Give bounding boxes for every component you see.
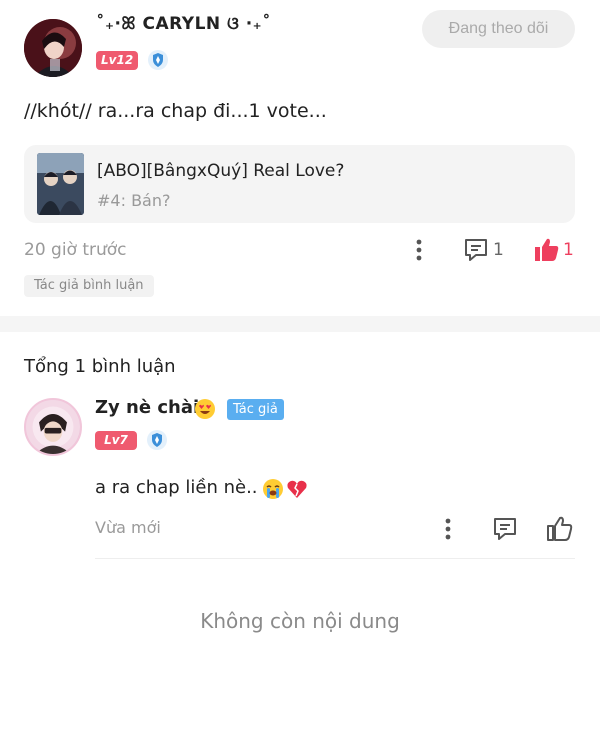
verified-shield-icon [148,50,168,70]
post-author-name[interactable]: ˚₊·ꕤ CARYLN ଓ ·₊˚ [96,14,271,34]
comment-like-icon[interactable] [546,515,573,542]
book-cover-image [37,153,84,215]
book-title: [ABO][BângxQuý] Real Love? [97,161,345,181]
post-comment-count: 1 [493,240,504,260]
heart-eyes-emoji-icon [194,398,216,420]
post-like-count: 1 [563,240,574,260]
book-chapter: #4: Bán? [97,191,171,210]
level-badge: Lv12 [96,51,138,70]
commenter-level-badge: Lv7 [95,431,137,450]
comment-more-options-icon[interactable] [438,516,458,542]
more-options-icon[interactable] [409,237,429,263]
comments-total: Tổng 1 bình luận [24,356,176,377]
section-divider [0,316,600,332]
commenter-shield-icon [147,430,167,450]
book-card[interactable]: [ABO][BângxQuý] Real Love? #4: Bán? [24,145,575,223]
post-author-avatar[interactable] [24,19,82,77]
follow-button[interactable]: Đang theo dõi [422,10,575,48]
post-text: //khót// ra...ra chap đi...1 vote... [24,100,327,122]
commenter-avatar[interactable] [24,398,82,456]
comment-text: a ra chap liền nè.. [95,477,258,498]
crying-emoji-icon [262,478,284,500]
end-of-content-text: Không còn nội dung [200,609,400,633]
reply-icon[interactable] [492,516,518,542]
like-icon[interactable] [533,236,560,263]
post-timestamp: 20 giờ trước [24,240,127,260]
broken-heart-icon [286,478,308,500]
comment-timestamp: Vừa mới [95,518,161,537]
comment-icon[interactable] [463,237,489,263]
author-tag-badge: Tác giả [227,399,284,420]
commenter-name[interactable]: Zy nè chài [95,397,199,418]
author-commented-tag: Tác giả bình luận [24,275,154,297]
comment-divider [95,558,575,559]
